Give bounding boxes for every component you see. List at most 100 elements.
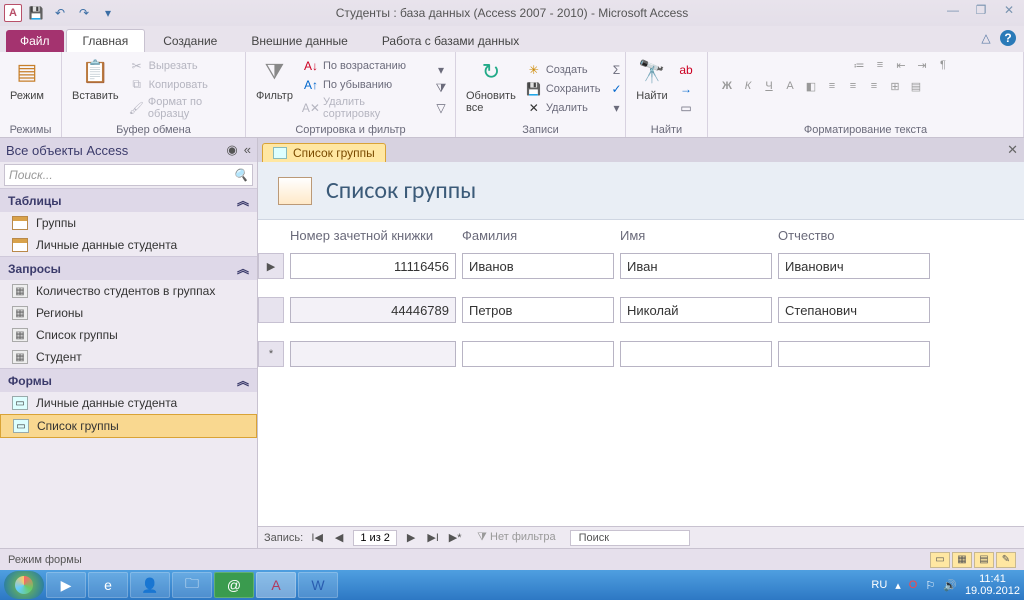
record-selector-new[interactable]: * <box>258 341 284 367</box>
nav-query-student[interactable]: ▦Студент <box>0 346 257 368</box>
toggle-filter-button[interactable]: ▽ <box>433 99 449 117</box>
save-record-button[interactable]: 💾Сохранить <box>526 80 601 98</box>
view-mode-button[interactable]: ▤Режим <box>6 54 48 123</box>
record-row-new[interactable]: * <box>258 337 1024 381</box>
selection-filter-button[interactable]: ▾ <box>433 61 449 79</box>
cell-surname[interactable] <box>462 341 614 367</box>
nav-form-personal[interactable]: ▭Личные данные студента <box>0 392 257 414</box>
cell-book-number[interactable] <box>290 341 456 367</box>
refresh-all-button[interactable]: ↻Обновить все <box>462 54 520 123</box>
nav-query-count[interactable]: ▦Количество студентов в группах <box>0 280 257 302</box>
sort-asc-button[interactable]: A↓По возрастанию <box>303 57 423 75</box>
underline-button[interactable]: Ч <box>760 77 778 95</box>
nav-form-grouplist[interactable]: ▭Список группы <box>0 414 257 438</box>
gridlines-button[interactable]: ⊞ <box>886 77 904 95</box>
taskbar-ie[interactable]: e <box>88 572 128 598</box>
tab-external-data[interactable]: Внешние данные <box>235 30 364 52</box>
redo-icon[interactable]: ↷ <box>74 3 94 23</box>
cell-patronymic[interactable]: Иванович <box>778 253 930 279</box>
cell-book-number[interactable]: 11116456 <box>290 253 456 279</box>
copy-button[interactable]: ⧉Копировать <box>129 76 239 94</box>
nav-collapse-icon[interactable]: « <box>244 142 251 158</box>
cell-name[interactable]: Иван <box>620 253 772 279</box>
fill-color-button[interactable]: ◧ <box>802 77 820 95</box>
clear-sort-button[interactable]: A✕Удалить сортировку <box>303 95 423 121</box>
select-button[interactable]: ▭ <box>678 99 694 117</box>
indent-right-button[interactable]: ⇥ <box>913 56 931 74</box>
tab-database-tools[interactable]: Работа с базами данных <box>366 30 535 52</box>
nav-table-groups[interactable]: Группы <box>0 212 257 234</box>
more-button[interactable]: ▾ <box>608 99 624 117</box>
cell-book-number[interactable]: 44446789 <box>290 297 456 323</box>
totals-button[interactable]: Σ <box>608 61 624 79</box>
tray-clock[interactable]: 11:4119.09.2012 <box>965 573 1020 597</box>
numbering-button[interactable]: ≡ <box>871 56 889 74</box>
advanced-filter-button[interactable]: ⧩ <box>433 80 449 98</box>
tab-home[interactable]: Главная <box>66 29 146 52</box>
sort-desc-button[interactable]: A↑По убыванию <box>303 76 423 94</box>
tray-action-icon[interactable]: ⚐ <box>925 579 935 592</box>
cell-patronymic[interactable]: Степанович <box>778 297 930 323</box>
tray-volume-icon[interactable]: 🔊 <box>943 579 957 592</box>
nav-header[interactable]: Все объекты Access ◉« <box>0 138 257 162</box>
record-row[interactable]: 44446789 Петров Николай Степанович <box>258 293 1024 337</box>
record-selector-current[interactable]: ▶ <box>258 253 284 279</box>
italic-button[interactable]: К <box>739 77 757 95</box>
tab-file[interactable]: Файл <box>6 30 64 52</box>
taskbar-explorer[interactable]: 🗀 <box>172 572 212 598</box>
paste-button[interactable]: 📋Вставить <box>68 54 123 123</box>
recnav-first-button[interactable]: I◀ <box>309 530 325 546</box>
nav-query-grouplist[interactable]: ▦Список группы <box>0 324 257 346</box>
bullets-button[interactable]: ≔ <box>850 56 868 74</box>
format-painter-button[interactable]: 🖌Формат по образцу <box>129 95 239 121</box>
bold-button[interactable]: Ж <box>718 77 736 95</box>
cut-button[interactable]: ✂Вырезать <box>129 57 239 75</box>
start-button[interactable] <box>4 571 44 599</box>
save-icon[interactable]: 💾 <box>26 3 46 23</box>
nav-group-forms[interactable]: Формы︽ <box>0 368 257 392</box>
nav-query-regions[interactable]: ▦Регионы <box>0 302 257 324</box>
view-datasheet-button[interactable]: ▦ <box>952 552 972 568</box>
indent-left-button[interactable]: ⇤ <box>892 56 910 74</box>
recnav-next-button[interactable]: ▶ <box>403 530 419 546</box>
cell-name[interactable] <box>620 341 772 367</box>
doc-tab-close-button[interactable]: ✕ <box>1007 142 1018 158</box>
alt-row-button[interactable]: ▤ <box>907 77 925 95</box>
align-left-button[interactable]: ≡ <box>823 77 841 95</box>
undo-icon[interactable]: ↶ <box>50 3 70 23</box>
recnav-prev-button[interactable]: ◀ <box>331 530 347 546</box>
taskbar-access[interactable]: A <box>256 572 296 598</box>
nav-dropdown-icon[interactable]: ◉ <box>226 142 237 158</box>
nav-group-queries[interactable]: Запросы︽ <box>0 256 257 280</box>
goto-button[interactable]: → <box>678 80 694 98</box>
nav-table-personal[interactable]: Личные данные студента <box>0 234 257 256</box>
taskbar-app[interactable]: @ <box>214 572 254 598</box>
doc-tab-grouplist[interactable]: Список группы <box>262 143 386 162</box>
taskbar-user[interactable]: 👤 <box>130 572 170 598</box>
tab-create[interactable]: Создание <box>147 30 233 52</box>
record-selector[interactable] <box>258 297 284 323</box>
new-record-button[interactable]: ✳Создать <box>526 61 601 79</box>
align-right-button[interactable]: ≡ <box>865 77 883 95</box>
nav-search-input[interactable]: Поиск...🔍 <box>4 164 253 186</box>
font-selector[interactable] <box>718 56 808 74</box>
cell-name[interactable]: Николай <box>620 297 772 323</box>
minimize-ribbon-icon[interactable]: △ <box>978 30 994 46</box>
view-layout-button[interactable]: ▤ <box>974 552 994 568</box>
close-button[interactable]: ✕ <box>1000 2 1018 18</box>
filter-button[interactable]: ⧩Фильтр <box>252 54 297 123</box>
recnav-search-input[interactable]: Поиск <box>570 530 690 546</box>
qat-dropdown-icon[interactable]: ▾ <box>98 3 118 23</box>
recnav-new-button[interactable]: ▶* <box>447 530 463 546</box>
delete-record-button[interactable]: ✕Удалить <box>526 99 601 117</box>
replace-button[interactable]: ab <box>678 61 694 79</box>
view-design-button[interactable]: ✎ <box>996 552 1016 568</box>
cell-surname[interactable]: Петров <box>462 297 614 323</box>
cell-surname[interactable]: Иванов <box>462 253 614 279</box>
ltr-button[interactable]: ¶ <box>934 56 952 74</box>
spelling-button[interactable]: ✓ <box>608 80 624 98</box>
taskbar-mediaplayer[interactable]: ▶ <box>46 572 86 598</box>
record-row[interactable]: ▶ 11116456 Иванов Иван Иванович <box>258 249 1024 293</box>
tray-flag-icon[interactable]: ▴ <box>895 579 901 592</box>
minimize-button[interactable]: ― <box>944 2 962 18</box>
